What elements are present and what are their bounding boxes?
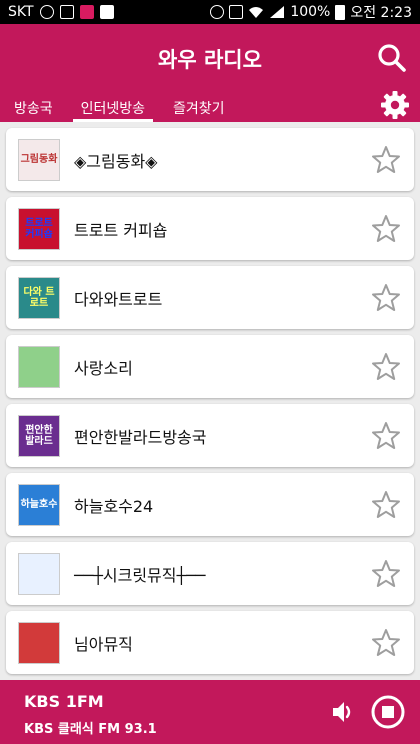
station-thumbnail: 편안한 발라드 — [18, 414, 60, 457]
station-thumbnail: 트로트 커피숍 — [18, 207, 60, 250]
station-card[interactable]: 그림동화 ◈그림동화◈ — [6, 128, 414, 191]
tab-broadcast[interactable]: 방송국 — [0, 92, 67, 122]
tab-internet-broadcast[interactable]: 인터넷방송 — [67, 92, 159, 122]
tab-label: 인터넷방송 — [80, 101, 146, 117]
station-card[interactable]: 님아뮤직 — [6, 611, 414, 674]
alarm-icon — [39, 5, 54, 19]
search-button[interactable] — [374, 40, 410, 76]
thumbnail-text: 트로트 커피숍 — [25, 217, 53, 240]
station-card[interactable]: 트로트 커피숍 트로트 커피숍 — [6, 197, 414, 260]
thumbnail-text: 다와 트로트 — [23, 286, 55, 309]
stop-button[interactable] — [370, 694, 406, 730]
station-name: ◈그림동화◈ — [74, 151, 158, 171]
mute-icon — [229, 5, 244, 19]
battery-percent: 100% — [290, 4, 331, 20]
carrier-label: SKT — [8, 4, 34, 20]
now-playing-subtitle: KBS 클래식 FM 93.1 — [24, 722, 157, 737]
clock: 오전 2:23 — [350, 5, 412, 21]
wifi-icon — [248, 5, 264, 19]
station-name: 님아뮤직 — [74, 634, 133, 654]
thumbnail-text: 하늘호수 — [20, 499, 58, 510]
station-list[interactable]: 그림동화 ◈그림동화◈ 트로트 커피숍 트로트 커피숍 다와 트로트 다와와트로… — [0, 122, 420, 680]
station-name: ──┼시크릿뮤직┼── — [74, 565, 206, 585]
star-outline-icon[interactable] — [370, 213, 402, 245]
thumbnail-text: 그림동화 — [20, 154, 58, 165]
settings-button[interactable] — [380, 90, 410, 120]
search-icon — [378, 44, 406, 72]
star-outline-icon[interactable] — [370, 489, 402, 521]
star-outline-icon[interactable] — [370, 282, 402, 314]
station-name: 트로트 커피숍 — [74, 220, 168, 240]
star-outline-icon[interactable] — [370, 627, 402, 659]
tab-bar: 방송국 인터넷방송 즐겨찾기 — [0, 92, 239, 122]
station-card[interactable]: 하늘호수 하늘호수24 — [6, 473, 414, 536]
now-playing-bar[interactable]: KBS 1FM KBS 클래식 FM 93.1 — [0, 680, 420, 744]
app-bar: 와우 라디오 방송국 인터넷방송 즐겨찾기 — [0, 24, 420, 122]
station-name: 사랑소리 — [74, 358, 133, 378]
station-card[interactable]: 다와 트로트 다와와트로트 — [6, 266, 414, 329]
station-name: 다와와트로트 — [74, 289, 163, 309]
star-outline-icon[interactable] — [370, 144, 402, 176]
status-bar: SKT 100% 오전 2:23 — [0, 0, 420, 24]
app-title: 와우 라디오 — [158, 48, 262, 72]
tab-label: 방송국 — [14, 101, 53, 117]
star-outline-icon[interactable] — [370, 351, 402, 383]
star-outline-icon[interactable] — [370, 420, 402, 452]
tab-favorites[interactable]: 즐겨찾기 — [159, 92, 239, 122]
station-card[interactable]: ──┼시크릿뮤직┼── — [6, 542, 414, 605]
station-thumbnail: 그림동화 — [18, 138, 60, 181]
volume-icon — [333, 702, 351, 722]
alarm-clock-icon — [210, 5, 225, 19]
tab-label: 즐겨찾기 — [173, 101, 225, 117]
station-name: 편안한발라드방송국 — [74, 427, 207, 447]
thumbnail-text: 편안한 발라드 — [25, 424, 53, 447]
app-notification-icon — [79, 5, 94, 19]
signal-icon — [269, 5, 285, 19]
station-thumbnail — [18, 345, 60, 388]
now-playing-title: KBS 1FM — [24, 692, 104, 711]
bag-icon — [99, 5, 114, 19]
stop-icon — [371, 695, 405, 729]
station-thumbnail: 하늘호수 — [18, 483, 60, 526]
station-name: 하늘호수24 — [74, 496, 154, 516]
station-thumbnail: 다와 트로트 — [18, 276, 60, 319]
station-thumbnail — [18, 552, 60, 595]
station-card[interactable]: 편안한 발라드 편안한발라드방송국 — [6, 404, 414, 467]
battery-icon — [335, 4, 346, 20]
star-outline-icon[interactable] — [370, 558, 402, 590]
gear-icon — [381, 91, 409, 119]
gallery-icon — [59, 5, 74, 19]
volume-button[interactable] — [328, 697, 358, 727]
station-card[interactable]: 사랑소리 — [6, 335, 414, 398]
station-thumbnail — [18, 621, 60, 664]
